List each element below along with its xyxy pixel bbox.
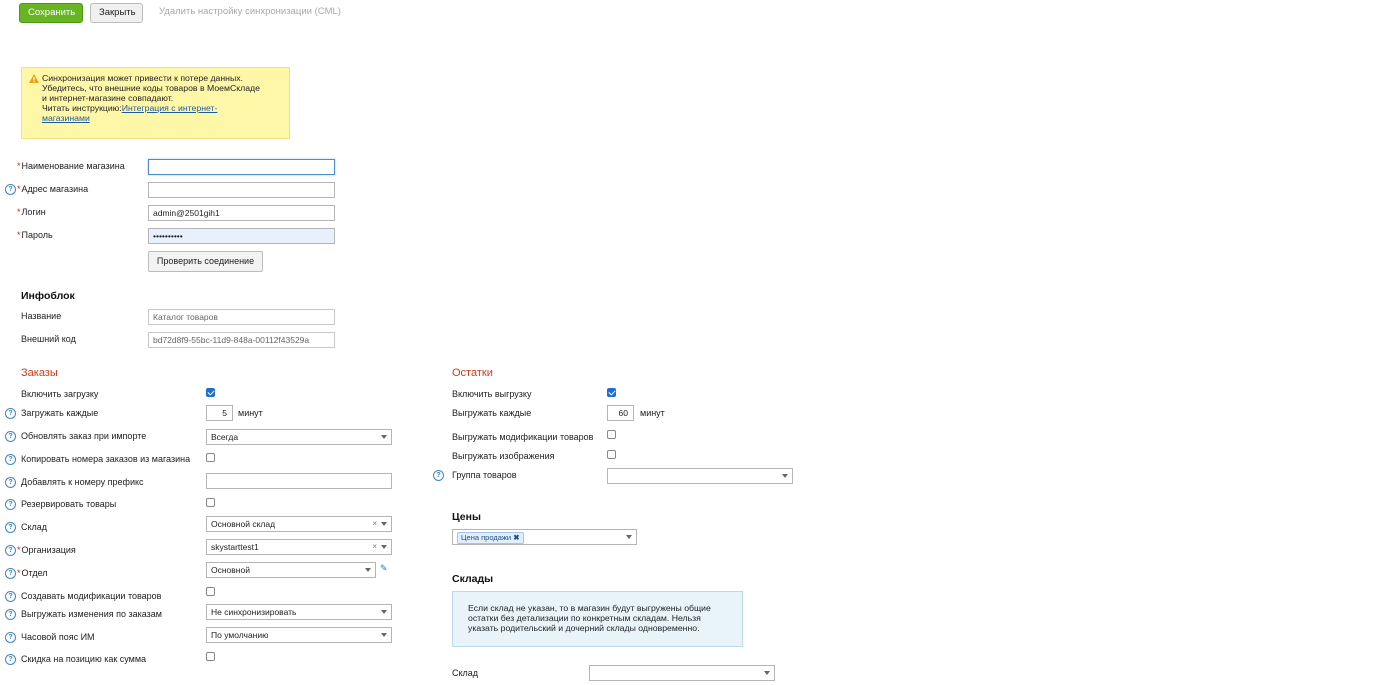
orders-enable-label: Включить загрузку (21, 389, 99, 399)
question-circle-icon[interactable]: ? (5, 568, 16, 579)
save-button[interactable]: Сохранить (19, 3, 83, 23)
orders-enable-checkbox[interactable] (206, 388, 215, 397)
orders-export-changes-select[interactable]: Не синхронизировать (206, 604, 392, 620)
stock-images-label: Выгружать изображения (452, 451, 555, 461)
question-circle-icon[interactable]: ? (5, 632, 16, 643)
question-circle-icon[interactable]: ? (5, 591, 16, 602)
pencil-icon[interactable]: ✎ (380, 563, 388, 574)
orders-warehouse-select[interactable]: Основной склад × (206, 516, 392, 532)
chevron-down-icon (381, 435, 387, 439)
question-circle-icon[interactable]: ? (5, 654, 16, 665)
question-circle-icon[interactable]: ? (5, 545, 16, 556)
instruction-link-cont[interactable]: магазинами (42, 113, 90, 123)
stock-interval-label: Выгружать каждые (452, 408, 532, 418)
orders-warehouse-label: Склад (21, 522, 48, 532)
chevron-down-icon (782, 474, 788, 478)
store-name-input[interactable] (148, 159, 335, 175)
stock-enable-label: Включить выгрузку (452, 389, 532, 399)
question-circle-icon[interactable]: ? (5, 499, 16, 510)
delete-sync-button[interactable]: Удалить настройку синхронизации (CML) (159, 3, 341, 23)
question-circle-icon[interactable]: ? (5, 609, 16, 620)
chevron-down-icon (365, 568, 371, 572)
chevron-down-icon (626, 535, 632, 539)
warning-box: Синхронизация может привести к потере да… (21, 67, 290, 139)
prices-heading: Цены (452, 511, 481, 523)
orders-create-mods-label: Создавать модификации товаров (21, 591, 162, 601)
orders-update-select[interactable]: Всегда (206, 429, 392, 445)
chevron-down-icon (764, 671, 770, 675)
stock-heading: Остатки (452, 367, 493, 379)
orders-timezone-label: Часовой пояс ИМ (21, 632, 95, 642)
store-name-label: *Наименование магазина (17, 161, 125, 171)
password-input[interactable] (148, 228, 335, 244)
orders-reserve-label: Резервировать товары (21, 499, 117, 509)
stock-group-label: Группа товаров (452, 470, 517, 480)
price-tag: Цена продажи ✖ (457, 532, 524, 544)
warehouses-info-box: Если склад не указан, то в магазин будут… (452, 591, 743, 647)
question-circle-icon[interactable]: ? (433, 470, 444, 481)
warehouses-heading: Склады (452, 573, 494, 585)
chevron-down-icon (381, 545, 387, 549)
stock-group-select[interactable] (607, 468, 793, 484)
infoblock-name-label: Название (21, 311, 62, 321)
orders-org-label: *Организация (17, 545, 76, 555)
instruction-link[interactable]: Интеграция с интернет- (122, 103, 218, 113)
question-circle-icon[interactable]: ? (5, 522, 16, 533)
infoblock-code-label: Внешний код (21, 334, 76, 344)
orders-prefix-input[interactable] (206, 473, 392, 489)
stock-enable-checkbox[interactable] (607, 388, 616, 397)
warning-triangle-icon (29, 74, 39, 83)
orders-copy-numbers-checkbox[interactable] (206, 453, 215, 462)
login-input[interactable] (148, 205, 335, 221)
store-address-input[interactable] (148, 182, 335, 198)
stock-interval-input[interactable] (607, 405, 634, 421)
close-icon[interactable]: × (372, 540, 377, 554)
orders-dept-label: *Отдел (17, 568, 48, 578)
password-label: *Пароль (17, 230, 53, 240)
store-address-label: *Адрес магазина (17, 184, 89, 194)
warehouses-warehouse-label: Склад (452, 668, 479, 678)
warning-text: Синхронизация может привести к потере да… (42, 73, 260, 123)
orders-discount-label: Скидка на позицию как сумма (21, 654, 147, 664)
stock-interval-unit: минут (640, 408, 665, 418)
question-circle-icon[interactable]: ? (5, 454, 16, 465)
infoblock-code-input[interactable] (148, 332, 335, 348)
orders-discount-checkbox[interactable] (206, 652, 215, 661)
check-connection-button[interactable]: Проверить соединение (148, 251, 263, 272)
chevron-down-icon (381, 633, 387, 637)
orders-timezone-select[interactable]: По умолчанию (206, 627, 392, 643)
prices-select[interactable]: Цена продажи ✖ (452, 529, 637, 545)
question-circle-icon[interactable]: ? (5, 184, 16, 195)
infoblock-name-input[interactable] (148, 309, 335, 325)
chevron-down-icon (381, 522, 387, 526)
chevron-down-icon (381, 610, 387, 614)
orders-dept-select[interactable]: Основной (206, 562, 376, 578)
close-button[interactable]: Закрыть (90, 3, 143, 23)
close-icon[interactable]: × (372, 517, 377, 531)
orders-interval-label: Загружать каждые (21, 408, 99, 418)
orders-export-changes-label: Выгружать изменения по заказам (21, 609, 162, 619)
orders-create-mods-checkbox[interactable] (206, 587, 215, 596)
orders-reserve-checkbox[interactable] (206, 498, 215, 507)
orders-copy-numbers-label: Копировать номера заказов из магазина (21, 454, 191, 464)
orders-org-select[interactable]: skystarttest1 × (206, 539, 392, 555)
infoblock-heading: Инфоблок (21, 290, 75, 302)
question-circle-icon[interactable]: ? (5, 431, 16, 442)
stock-images-checkbox[interactable] (607, 450, 616, 459)
orders-prefix-label: Добавлять к номеру префикс (21, 477, 144, 487)
stock-mods-checkbox[interactable] (607, 430, 616, 439)
question-circle-icon[interactable]: ? (5, 408, 16, 419)
orders-interval-unit: минут (238, 408, 263, 418)
login-label: *Логин (17, 207, 46, 217)
orders-interval-input[interactable] (206, 405, 233, 421)
orders-update-label: Обновлять заказ при импорте (21, 431, 147, 441)
stock-mods-label: Выгружать модификации товаров (452, 432, 594, 442)
warehouses-warehouse-select[interactable] (589, 665, 775, 681)
close-icon[interactable]: ✖ (513, 533, 519, 542)
orders-heading: Заказы (21, 367, 58, 379)
question-circle-icon[interactable]: ? (5, 477, 16, 488)
